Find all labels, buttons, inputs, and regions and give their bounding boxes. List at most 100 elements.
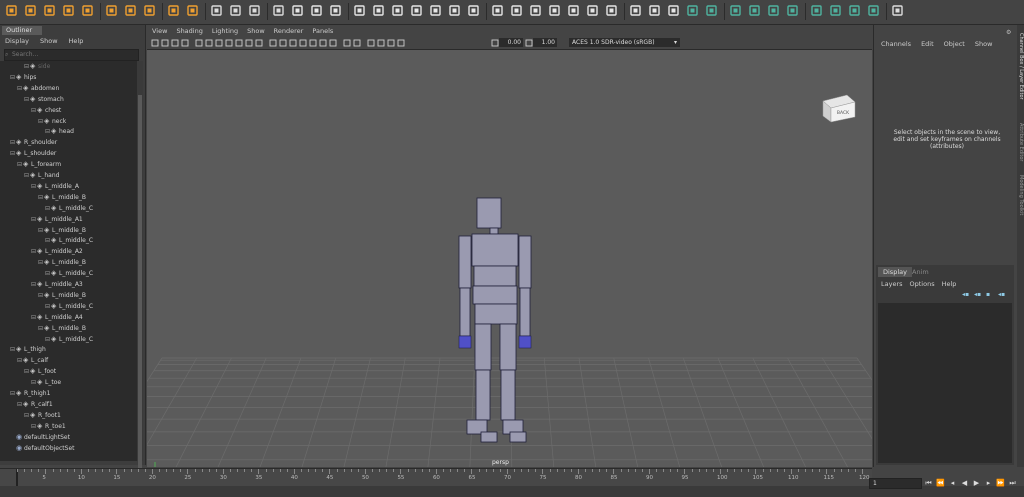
outliner-joint-item[interactable]: ⊟◈ L_middle_A4	[31, 312, 83, 323]
settings-icon[interactable]: ⚙	[1006, 29, 1012, 36]
menu-options[interactable]: Options	[910, 280, 935, 288]
lock-camera-icon[interactable]	[161, 39, 169, 47]
platonic-icon[interactable]	[142, 3, 157, 18]
uv-unfold-icon[interactable]	[766, 3, 781, 18]
safe-action-icon[interactable]	[245, 39, 253, 47]
outliner-joint-item[interactable]: ⊟◈ L_middle_A	[31, 181, 79, 192]
sweep-icon[interactable]	[166, 3, 181, 18]
bind-skin-icon[interactable]	[352, 3, 367, 18]
backface-icon[interactable]	[397, 39, 405, 47]
tab-attribute-editor[interactable]: Attribute Editor	[1017, 123, 1024, 161]
menu-edit[interactable]: Edit	[921, 40, 934, 48]
outliner-joint-item[interactable]: ⊟◈ abdomen	[17, 83, 59, 94]
play-forwards-icon[interactable]: ▶	[972, 479, 981, 488]
step-back-frame-icon[interactable]: ◂	[948, 479, 957, 488]
outliner-joint-item[interactable]: ⊟◈ R_foot1	[24, 410, 61, 421]
bookmarks-icon[interactable]	[171, 39, 179, 47]
triangulate-icon[interactable]	[604, 3, 619, 18]
isolate-icon[interactable]	[367, 39, 375, 47]
outliner-search-input[interactable]: ⌕ Search...	[4, 49, 139, 61]
ik-icon[interactable]	[309, 3, 324, 18]
menu-renderer[interactable]: Renderer	[274, 27, 304, 35]
pen-tool-icon[interactable]	[685, 3, 700, 18]
uv-layout-icon[interactable]	[785, 3, 800, 18]
new-layer-selected-icon[interactable]: ◂▪	[998, 291, 1005, 298]
edge-flow-icon[interactable]	[647, 3, 662, 18]
outliner-joint-item[interactable]: ⊟◈ neck	[38, 116, 66, 127]
spin-edge-icon[interactable]	[666, 3, 681, 18]
gamma-icon[interactable]	[525, 39, 533, 47]
poly-extrude-icon[interactable]	[371, 3, 386, 18]
uv-sew-icon[interactable]	[747, 3, 762, 18]
poly-append-icon[interactable]	[428, 3, 443, 18]
menu-layers[interactable]: Layers	[881, 280, 903, 288]
lights-icon[interactable]	[299, 39, 307, 47]
curve-tool-icon[interactable]	[209, 3, 224, 18]
outliner-joint-item[interactable]: ⊟◈ L_middle_C	[45, 203, 93, 214]
dof-icon[interactable]	[353, 39, 361, 47]
color-space-dropdown[interactable]: ACES 1.0 SDR-video (sRGB) ▾	[569, 38, 680, 47]
safe-title-icon[interactable]	[255, 39, 263, 47]
outliner-joint-item[interactable]: ⊟◈ R_shoulder	[10, 137, 57, 148]
exposure-icon[interactable]	[491, 39, 499, 47]
mirror-icon[interactable]	[528, 3, 543, 18]
layer-move-up-icon[interactable]: ◂▪	[962, 291, 969, 298]
uv-shell-icon[interactable]	[847, 3, 862, 18]
gate-mask-icon[interactable]	[225, 39, 233, 47]
cylinder-icon[interactable]	[42, 3, 57, 18]
outliner-menu-show[interactable]: Show	[40, 37, 58, 45]
resolution-gate-icon[interactable]	[215, 39, 223, 47]
outliner-joint-item[interactable]: ⊟◈ L_middle_A1	[31, 214, 83, 225]
outliner-joint-item[interactable]: ⊟◈ L_thigh	[10, 344, 46, 355]
menu-lighting[interactable]: Lighting	[212, 27, 238, 35]
outliner-joint-item[interactable]: ⊟◈ L_hand	[24, 170, 59, 181]
snap-icon[interactable]	[328, 3, 343, 18]
outliner-scroll-thumb[interactable]	[138, 95, 142, 485]
outliner-joint-item[interactable]: ⊟◈ L_shoulder	[10, 148, 56, 159]
outliner-joint-item[interactable]: ⊟◈ L_middle_B	[38, 290, 86, 301]
menu-show[interactable]: Show	[247, 27, 265, 35]
gamma-field[interactable]: 1.00	[533, 38, 557, 47]
tab-display[interactable]: Display	[878, 267, 912, 277]
xray-icon[interactable]	[377, 39, 385, 47]
view-cube[interactable]: BACK	[822, 94, 856, 123]
poly-bevel-icon[interactable]	[390, 3, 405, 18]
outliner-set-item[interactable]: ◉ defaultLightSet	[10, 432, 70, 443]
disc-icon[interactable]	[123, 3, 138, 18]
select-camera-icon[interactable]	[151, 39, 159, 47]
wireframe-icon[interactable]	[269, 39, 277, 47]
play-backwards-icon[interactable]: ◀	[960, 479, 969, 488]
outliner-joint-item[interactable]: ⊟◈ R_thigh1	[10, 388, 50, 399]
shadows-icon[interactable]	[309, 39, 317, 47]
grid-icon[interactable]	[271, 3, 286, 18]
exposure-field[interactable]: 0.00	[499, 38, 523, 47]
aa-icon[interactable]	[343, 39, 351, 47]
svg-icon[interactable]	[247, 3, 262, 18]
outliner-joint-item[interactable]: ⊟◈ R_calf1	[17, 399, 53, 410]
sculpt-icon[interactable]	[566, 3, 581, 18]
soft-select-icon[interactable]	[547, 3, 562, 18]
outliner-joint-item[interactable]: ⊟◈ L_middle_C	[45, 334, 93, 345]
outliner-joint-item[interactable]: ⊟◈ L_forearm	[17, 159, 61, 170]
outliner-joint-item[interactable]: ⊟◈ L_middle_A3	[31, 279, 83, 290]
xray-joints-icon[interactable]	[387, 39, 395, 47]
time-slider[interactable]: 5 10 15 20 25 30 35 40 45 50 55 60 65 70 75 80 85 90 95 100…	[0, 468, 872, 487]
insert-edge-icon[interactable]	[490, 3, 505, 18]
outliner-joint-item[interactable]: ⊟◈ L_middle_B	[38, 257, 86, 268]
outliner-joint-item[interactable]: ⊟◈ hips	[10, 72, 36, 83]
uv-grid-icon[interactable]	[828, 3, 843, 18]
text-tool-icon[interactable]	[228, 3, 243, 18]
outliner-joint-item[interactable]: ⊟◈ chest	[31, 105, 61, 116]
outliner-joint-item[interactable]: ⊟◈ L_middle_B	[38, 192, 86, 203]
motion-blur-icon[interactable]	[329, 39, 337, 47]
outliner-joint-item[interactable]: ⊟◈ L_middle_B	[38, 323, 86, 334]
new-layer-icon[interactable]: ▪	[986, 291, 990, 298]
poly-merge-icon[interactable]	[447, 3, 462, 18]
menu-help-layers[interactable]: Help	[942, 280, 957, 288]
close-icon[interactable]	[890, 3, 905, 18]
smooth-icon[interactable]	[585, 3, 600, 18]
joint-icon[interactable]	[290, 3, 305, 18]
step-forward-frame-icon[interactable]: ▸	[984, 479, 993, 488]
menu-show-cb[interactable]: Show	[975, 40, 993, 48]
menu-object[interactable]: Object	[944, 40, 965, 48]
